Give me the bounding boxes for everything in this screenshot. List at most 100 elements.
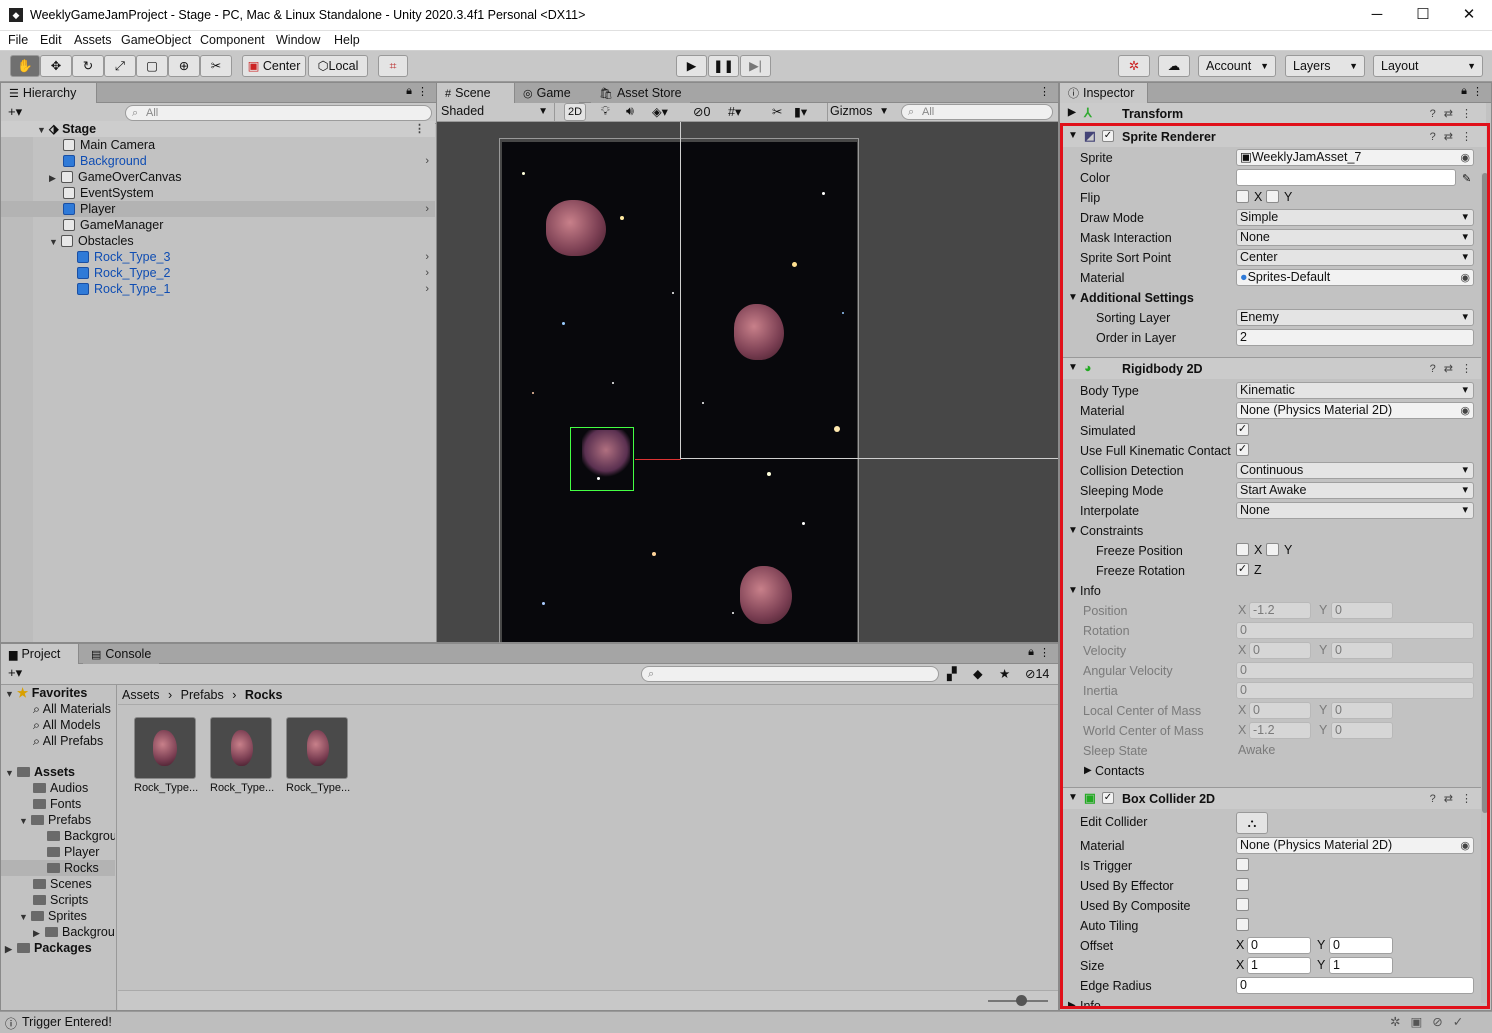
pivot-local-button[interactable]: ⬡Local — [308, 55, 368, 77]
kebab-menu-icon[interactable]: ⋮ — [1472, 85, 1483, 98]
tree-packages[interactable]: ▶ Packages — [1, 940, 115, 956]
step-button[interactable]: ▶| — [740, 55, 771, 77]
tree-folder-prefabs[interactable]: ▼ Prefabs — [1, 812, 115, 828]
freeze-pos-y-checkbox[interactable] — [1266, 543, 1279, 556]
close-button[interactable]: ✕ — [1446, 0, 1492, 31]
favorite-star-icon[interactable]: ★ — [999, 666, 1010, 681]
chevron-right-icon[interactable]: › — [425, 249, 429, 265]
hierarchy-item-eventsystem[interactable]: EventSystem — [1, 185, 435, 201]
tab-asset-store[interactable]: 🛍︎ Asset Store — [591, 83, 690, 103]
account-dropdown[interactable]: Account ▼ — [1198, 55, 1276, 77]
chevron-down-icon[interactable]: ▼ — [1068, 126, 1078, 146]
play-button[interactable]: ▶ — [676, 55, 707, 77]
tree-fav-all-models[interactable]: ⌕ All Models — [1, 717, 115, 733]
asset-rock-thumbnail[interactable] — [286, 717, 348, 779]
object-picker-icon[interactable]: ◉ — [1460, 151, 1470, 165]
effects-icon[interactable]: ◈▾ — [652, 104, 668, 119]
sleeping-mode-dropdown[interactable]: Start Awake — [1236, 482, 1474, 499]
tree-folder-sprites-background[interactable]: ▶ Backgrou — [1, 924, 115, 940]
filter-type-icon[interactable]: ▞ — [947, 666, 957, 681]
freeze-pos-x-checkbox[interactable] — [1236, 543, 1249, 556]
menu-component[interactable]: Component — [200, 33, 265, 47]
edge-radius-input[interactable]: 0 — [1236, 977, 1474, 994]
full-kinematic-checkbox[interactable]: ✓ — [1236, 443, 1249, 456]
maximize-button[interactable]: ☐ — [1400, 0, 1446, 31]
material-object-field[interactable]: ●Sprites-Default ◉ — [1236, 269, 1474, 286]
chevron-right-icon[interactable]: › — [425, 265, 429, 281]
kebab-menu-icon[interactable]: ⋮ — [414, 121, 425, 137]
tree-folder-rocks[interactable]: Rocks — [1, 860, 115, 876]
minimize-button[interactable]: ─ — [1354, 0, 1400, 31]
hierarchy-item-player[interactable]: Player › — [1, 201, 435, 217]
hierarchy-item-rock-type-2[interactable]: Rock_Type_2 › — [1, 265, 435, 281]
collab-icon[interactable]: ✲ — [1118, 55, 1150, 77]
hierarchy-item-gamemanager[interactable]: GameManager — [1, 217, 435, 233]
freeze-rot-z-checkbox[interactable]: ✓ — [1236, 563, 1249, 576]
bc-physics-material-field[interactable]: None (Physics Material 2D) ◉ — [1236, 837, 1474, 854]
tab-scene[interactable]: # Scene — [437, 83, 515, 103]
offset-x-input[interactable]: 0 — [1247, 937, 1311, 954]
hierarchy-item-background[interactable]: Background › — [1, 153, 435, 169]
rotate-tool-icon[interactable]: ↻ — [72, 55, 104, 77]
chevron-down-icon[interactable]: ▼ — [1068, 289, 1078, 307]
flip-x-checkbox[interactable] — [1236, 190, 1249, 203]
order-in-layer-input[interactable]: 2 — [1236, 329, 1474, 346]
move-handle-x[interactable] — [635, 459, 681, 460]
camera-icon[interactable]: ▮▾ — [794, 104, 807, 119]
tab-hierarchy[interactable]: ☰ Hierarchy — [1, 83, 97, 103]
scene-row[interactable]: ▼ ⬗ Stage ⋮ — [1, 121, 435, 137]
collision-detection-dropdown[interactable]: Continuous — [1236, 462, 1474, 479]
flip-y-checkbox[interactable] — [1266, 190, 1279, 203]
layout-dropdown[interactable]: Layout ▼ — [1373, 55, 1483, 77]
chevron-down-icon[interactable]: ▼ — [1068, 358, 1078, 378]
enabled-checkbox[interactable]: ✓ — [1102, 130, 1114, 142]
component-sprite-renderer[interactable]: ▼ ◩ ✓ Sprite Renderer ?⇄⋮ — [1060, 125, 1486, 147]
enabled-checkbox[interactable]: ✓ — [1102, 792, 1114, 804]
chevron-down-icon[interactable]: ▼ — [1068, 582, 1078, 600]
chevron-right-icon[interactable]: › — [425, 153, 429, 169]
kebab-menu-icon[interactable]: ⋮ — [1039, 646, 1050, 659]
draw-mode-dropdown[interactable]: Simple — [1236, 209, 1474, 226]
mask-interaction-dropdown[interactable]: None — [1236, 229, 1474, 246]
label-filter-icon[interactable]: ◆ — [973, 666, 983, 681]
component-header-icons[interactable]: ?⇄⋮ — [1430, 127, 1480, 147]
add-icon[interactable]: +▾ — [8, 104, 22, 120]
chevron-right-icon[interactable]: › — [425, 201, 429, 217]
is-trigger-checkbox[interactable] — [1236, 858, 1249, 871]
2d-toggle-button[interactable]: 2D — [564, 103, 586, 121]
component-transform[interactable]: ▶ ⅄ Transform ?⇄⋮ — [1060, 103, 1486, 125]
offset-y-input[interactable]: 0 — [1329, 937, 1393, 954]
tree-assets[interactable]: ▼ Assets — [1, 764, 115, 780]
hierarchy-item-gameovercanvas[interactable]: ▶ GameOverCanvas — [1, 169, 435, 185]
layers-dropdown[interactable]: Layers ▼ — [1285, 55, 1365, 77]
lock-icon[interactable]: 🔒︎ — [1461, 85, 1467, 98]
color-field[interactable] — [1236, 169, 1456, 186]
hierarchy-item-rock-type-1[interactable]: Rock_Type_1 › — [1, 281, 435, 297]
grid-snap-icon[interactable]: ⌗ — [378, 55, 408, 77]
chevron-down-icon[interactable]: ▼ — [19, 813, 31, 828]
sprite-object-field[interactable]: ▣WeeklyJamAsset_7 ◉ — [1236, 149, 1474, 166]
chevron-down-icon[interactable]: ▼ — [5, 765, 17, 780]
tree-folder-sprites[interactable]: ▼ Sprites — [1, 908, 115, 924]
scale-tool-icon[interactable]: ⤢ — [104, 55, 136, 77]
hand-tool-icon[interactable]: ✋ — [10, 55, 40, 77]
tab-console[interactable]: ▤ Console — [83, 644, 160, 664]
row-additional-settings[interactable]: ▼ Additional Settings — [1060, 288, 1480, 308]
tree-fav-all-prefabs[interactable]: ⌕ All Prefabs — [1, 733, 115, 749]
component-header-icons[interactable]: ?⇄⋮ — [1430, 359, 1480, 379]
chevron-down-icon[interactable]: ▼ — [1068, 788, 1078, 808]
tab-game[interactable]: ◎ Game — [515, 83, 579, 103]
asset-rock-thumbnail[interactable] — [134, 717, 196, 779]
size-y-input[interactable]: 1 — [1329, 957, 1393, 974]
object-picker-icon[interactable]: ◉ — [1460, 839, 1470, 853]
move-tool-icon[interactable]: ✥ — [40, 55, 72, 77]
component-header-icons[interactable]: ?⇄⋮ — [1430, 789, 1480, 809]
row-bc-info[interactable]: ▶ Info — [1060, 996, 1480, 1007]
scene-viewport[interactable] — [437, 122, 1058, 644]
scene-search-input[interactable]: All ⌕ — [901, 104, 1053, 120]
menu-gameobject[interactable]: GameObject — [121, 33, 191, 47]
component-box-collider-2d[interactable]: ▼ ▣ ✓ Box Collider 2D ?⇄⋮ — [1060, 787, 1486, 809]
row-constraints[interactable]: ▼ Constraints — [1060, 521, 1480, 541]
object-picker-icon[interactable]: ◉ — [1460, 404, 1470, 418]
sorting-layer-dropdown[interactable]: Enemy — [1236, 309, 1474, 326]
